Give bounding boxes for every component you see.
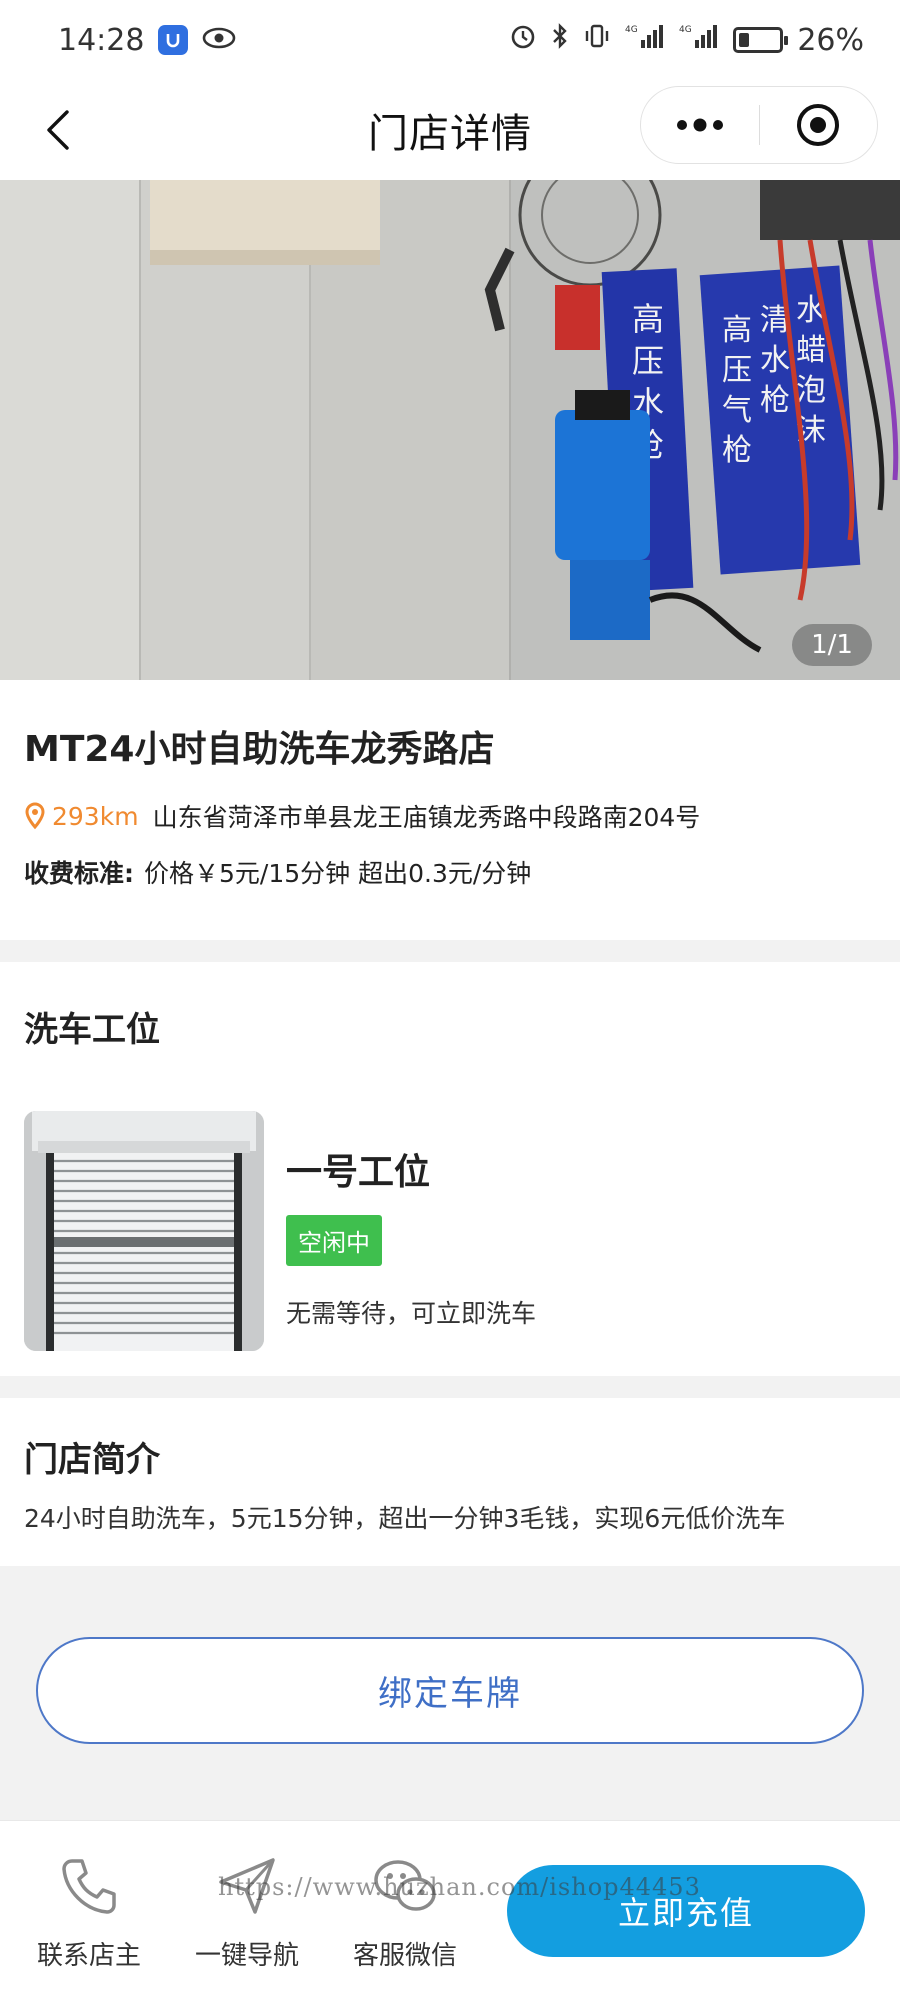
navigate-button[interactable]: 一键导航 (172, 1851, 322, 1972)
address-row[interactable]: 293km 山东省菏泽市单县龙王庙镇龙秀路中段路南204号 (24, 798, 876, 834)
location-pin-icon (24, 802, 46, 830)
svg-text:4G: 4G (679, 25, 692, 35)
price-label: 收费标准: (24, 859, 134, 888)
mini-program-capsule (640, 86, 878, 164)
close-mini-program-button[interactable] (760, 87, 878, 163)
navigate-label: 一键导航 (194, 1941, 299, 1971)
wechat-icon (370, 1851, 440, 1921)
bottom-toolbar: 联系店主 一键导航 客服微信 立即充值 (0, 1820, 900, 2000)
battery-percent: 26% (797, 22, 864, 58)
intro-text: 24小时自助洗车，5元15分钟，超出一分钟3毛钱，实现6元低价洗车 (24, 1504, 786, 1533)
price-row: 收费标准: 价格￥5元/15分钟 超出0.3元/分钟 (24, 854, 876, 890)
bay-description: 无需等待，可立即洗车 (286, 1299, 537, 1328)
bind-plate-button[interactable]: 绑定车牌 (36, 1637, 864, 1744)
bay-name: 一号工位 (286, 1152, 431, 1193)
bay-info: 一号工位 空闲中 无需等待，可立即洗车 (286, 1111, 536, 1351)
store-name: MT24小时自助洗车龙秀路店 (24, 729, 495, 770)
svg-text:4G: 4G (625, 25, 638, 35)
alarm-icon (509, 22, 537, 58)
signal-4g-icon: 4G (625, 22, 665, 58)
eye-icon (202, 23, 236, 58)
app-icon (158, 25, 189, 55)
more-dots-icon (676, 118, 723, 132)
store-photo: 高压水枪 高压气枪 清水枪 水蜡泡沫 (0, 180, 900, 680)
signal-4g-icon: 4G (679, 22, 719, 58)
price-value: 价格￥5元/15分钟 超出0.3元/分钟 (144, 859, 532, 888)
status-right: 4G 4G 26% (509, 22, 864, 58)
status-badge: 空闲中 (286, 1215, 382, 1266)
section-title-bays: 洗车工位 (24, 1010, 160, 1050)
contact-owner-label: 联系店主 (36, 1941, 141, 1971)
battery-fill (739, 33, 750, 47)
store-intro-section: 门店简介 24小时自助洗车，5元15分钟，超出一分钟3毛钱，实现6元低价洗车 (0, 1398, 900, 1566)
image-counter: 1/1 (792, 624, 872, 666)
phone-icon (54, 1851, 124, 1921)
status-time: 14:28 (58, 22, 145, 58)
store-photo-banner[interactable]: 高压水枪 高压气枪 清水枪 水蜡泡沫 1/1 (0, 180, 900, 680)
status-left: 14:28 (58, 23, 236, 58)
bluetooth-icon (551, 22, 569, 58)
washing-bays-section: 洗车工位 一号工位 空闲中 无需等待，可立即洗车 (0, 962, 900, 1376)
contact-owner-button[interactable]: 联系店主 (14, 1851, 164, 1972)
store-info-card: MT24小时自助洗车龙秀路店 293km 山东省菏泽市单县龙王庙镇龙秀路中段路南… (0, 680, 900, 940)
page-title: 门店详情 (368, 111, 532, 157)
vibrate-icon (583, 22, 611, 58)
section-title-intro: 门店简介 (24, 1440, 160, 1480)
battery-icon (733, 27, 789, 53)
more-button[interactable] (641, 87, 759, 163)
target-icon (797, 104, 840, 146)
navigation-arrow-icon (212, 1851, 282, 1921)
nav-bar: 门店详情 (0, 80, 900, 180)
recharge-button[interactable]: 立即充值 (507, 1865, 865, 1957)
bay-item[interactable]: 一号工位 空闲中 无需等待，可立即洗车 (24, 1111, 876, 1351)
bay-thumbnail (24, 1111, 264, 1351)
address: 山东省菏泽市单县龙王庙镇龙秀路中段路南204号 (152, 803, 701, 832)
service-wechat-label: 客服微信 (352, 1941, 457, 1971)
status-bar: 14:28 4G 4G 26% (0, 0, 900, 80)
service-wechat-button[interactable]: 客服微信 (330, 1851, 480, 1972)
back-button[interactable] (30, 102, 86, 158)
distance: 293km (52, 801, 139, 831)
chevron-left-icon (47, 110, 69, 150)
